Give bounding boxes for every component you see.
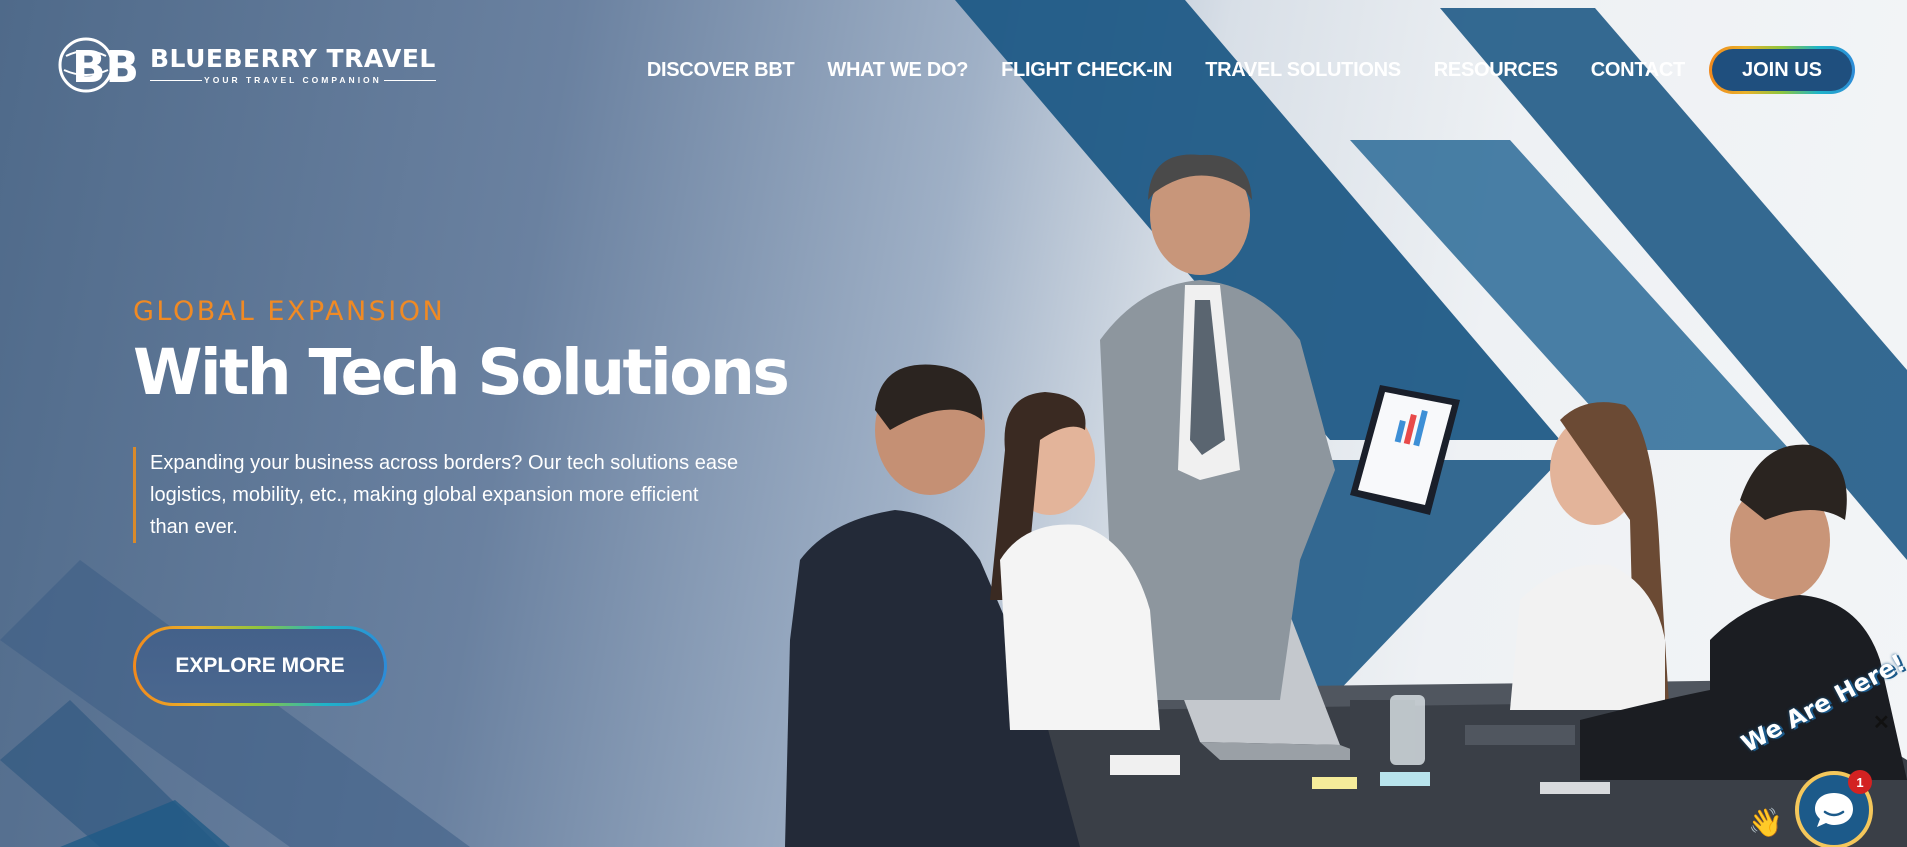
join-us-button[interactable]: JOIN US	[1709, 46, 1855, 94]
brand-logo[interactable]: BB BLUEBERRY TRAVEL YOUR TRAVEL COMPANIO…	[58, 36, 436, 94]
main-menu: DISCOVER BBT WHAT WE DO? FLIGHT CHECK-IN…	[614, 46, 1855, 94]
explore-more-button[interactable]: EXPLORE MORE	[133, 626, 387, 706]
brand-name: BLUEBERRY TRAVEL	[150, 44, 436, 73]
globe-bb-logo-icon: BB	[58, 36, 146, 94]
brand-tagline: YOUR TRAVEL COMPANION	[150, 75, 436, 85]
hero-description: Expanding your business across borders? …	[133, 447, 740, 543]
nav-travel-solutions[interactable]: TRAVEL SOLUTIONS	[1205, 59, 1401, 82]
nav-contact[interactable]: CONTACT	[1591, 59, 1685, 82]
chat-unread-badge: 1	[1848, 770, 1872, 794]
nav-what-we-do[interactable]: WHAT WE DO?	[827, 59, 968, 82]
chat-bubble-icon	[1815, 793, 1853, 827]
close-icon[interactable]: ✕	[1873, 713, 1890, 733]
page: BB BLUEBERRY TRAVEL YOUR TRAVEL COMPANIO…	[0, 0, 1907, 847]
nav-flight-check-in[interactable]: FLIGHT CHECK-IN	[1001, 59, 1172, 82]
logo-monogram: BB	[72, 42, 139, 93]
nav-resources[interactable]: RESOURCES	[1434, 59, 1558, 82]
nav-discover-bbt[interactable]: DISCOVER BBT	[647, 59, 795, 82]
brand-text: BLUEBERRY TRAVEL YOUR TRAVEL COMPANION	[150, 45, 436, 85]
waving-hand-icon: 👋	[1748, 807, 1783, 838]
top-navigation: BB BLUEBERRY TRAVEL YOUR TRAVEL COMPANIO…	[0, 0, 1907, 140]
hero-eyebrow: GLOBAL EXPANSION	[133, 296, 446, 327]
hero-section: GLOBAL EXPANSION With Tech Solutions Exp…	[133, 296, 790, 543]
hero-headline: With Tech Solutions	[133, 336, 790, 409]
